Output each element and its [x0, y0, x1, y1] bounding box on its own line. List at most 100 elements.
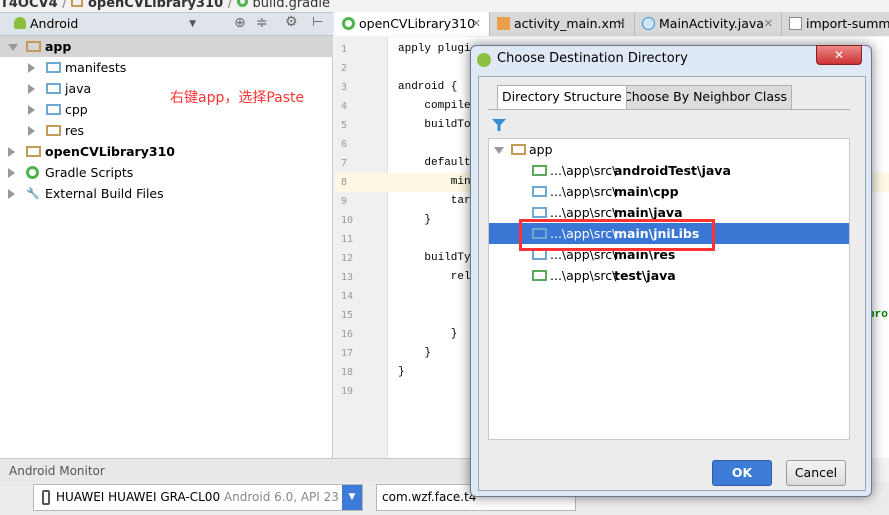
directory-item[interactable]: ...\app\src\ androidTest\java [489, 160, 849, 181]
expand-arrow-right-icon[interactable] [28, 84, 35, 94]
breadcrumb-item[interactable]: openCVLibrary310 [88, 0, 223, 11]
code-line: buildToo [398, 119, 478, 131]
tree-item-label: app [529, 142, 553, 157]
directory-prefix: ...\app\src\ [550, 268, 617, 283]
ok-button[interactable]: OK [712, 460, 772, 486]
close-tab-icon[interactable]: ✕ [472, 12, 481, 35]
expand-arrow-right-icon[interactable] [8, 147, 15, 157]
directory-prefix: ...\app\src\ [550, 163, 617, 178]
gear-icon[interactable]: ⚙ [285, 14, 298, 30]
line-number: 13 [341, 272, 354, 283]
directory-item[interactable]: ...\app\src\ main\res [489, 244, 849, 265]
android-monitor-header: Android Monitor [0, 458, 470, 482]
expand-arrow-right-icon[interactable] [28, 126, 35, 136]
line-number: 2 [341, 63, 348, 74]
code-line: compileS [398, 100, 478, 112]
code-line: apply plugi [398, 43, 471, 55]
code-line: } [398, 214, 432, 226]
directory-item[interactable]: ...\app\src\ main\jniLibs [489, 223, 849, 244]
code-line: buildTyp [398, 252, 478, 264]
line-number: 12 [341, 253, 354, 264]
directory-name: main\res [614, 247, 676, 262]
folder-icon [46, 62, 61, 73]
expand-arrow-right-icon[interactable] [8, 168, 15, 178]
directory-prefix: ...\app\src\ [550, 184, 617, 199]
tree-item-root[interactable]: app [489, 139, 849, 160]
hide-panel-icon[interactable]: ⊢ [312, 15, 323, 30]
line-number: 16 [341, 329, 354, 340]
directory-item[interactable]: ...\app\src\ main\cpp [489, 181, 849, 202]
cancel-button[interactable]: Cancel [786, 460, 846, 486]
expand-arrow-right-icon[interactable] [28, 63, 35, 73]
collapse-icon[interactable]: ≑ [256, 15, 268, 31]
line-number: 5 [341, 120, 348, 131]
code-line: } [398, 347, 432, 359]
line-number: 15 [341, 310, 354, 321]
code-line: } [398, 328, 458, 340]
editor-tab-label: activity_main.xml [514, 16, 625, 31]
line-number: 9 [341, 196, 348, 207]
gradle-icon [342, 17, 355, 30]
tree-item-label: External Build Files [45, 186, 164, 201]
folder-icon [532, 228, 547, 239]
line-number: 19 [341, 386, 354, 397]
code-line: } [398, 366, 405, 378]
editor-tab[interactable]: MainActivity.java ✕ [635, 12, 782, 36]
editor-tab-label: openCVLibrary310 [359, 16, 476, 31]
breadcrumb-item[interactable]: T4OCV4 [0, 0, 58, 11]
choose-destination-dialog: Choose Destination Directory ✕ Directory… [470, 45, 872, 497]
text-file-icon [789, 17, 802, 30]
module-folder-icon [71, 0, 84, 7]
close-button[interactable]: ✕ [816, 45, 862, 65]
expand-arrow-right-icon[interactable] [8, 189, 15, 199]
directory-name: main\java [614, 205, 683, 220]
tab-choose-by-neighbor-class[interactable]: Choose By Neighbor Class [618, 85, 793, 109]
editor-tab[interactable]: import-summa [782, 12, 889, 36]
expand-arrow-down-icon[interactable] [8, 44, 18, 51]
directory-prefix: ...\app\src\ [550, 247, 617, 262]
directory-item[interactable]: ...\app\src\ main\java [489, 202, 849, 223]
tab-directory-structure[interactable]: Directory Structure [497, 85, 627, 109]
device-name: HUAWEI HUAWEI GRA-CL00 [56, 490, 221, 504]
close-tab-icon[interactable]: ✕ [617, 12, 626, 35]
gradle-icon [236, 0, 248, 7]
line-number: 17 [341, 348, 354, 359]
editor-tab[interactable]: activity_main.xml ✕ [490, 12, 635, 36]
module-folder-icon [26, 146, 41, 157]
view-selector[interactable]: Android ▼ [30, 15, 196, 33]
device-info: Android 6.0, API 23 [223, 490, 339, 504]
close-icon: ✕ [833, 48, 845, 62]
editor-tab[interactable]: openCVLibrary310 ✕ [335, 12, 490, 36]
line-number: 10 [341, 215, 354, 226]
line-number: 8 [341, 177, 348, 188]
folder-icon [532, 186, 547, 197]
view-selector-label: Android [30, 16, 79, 31]
tree-item[interactable]: res [0, 120, 333, 141]
breadcrumb: T4OCV4 / openCVLibrary310 / build.gradle [0, 0, 330, 11]
tree-item[interactable]: 🔧 External Build Files [0, 183, 333, 204]
tree-item[interactable]: Gradle Scripts [0, 162, 333, 183]
close-tab-icon[interactable]: ✕ [764, 12, 773, 35]
expand-arrow-down-icon[interactable] [494, 147, 504, 154]
tree-item[interactable]: app [0, 36, 333, 57]
line-number: 11 [341, 234, 354, 245]
folder-icon [532, 249, 547, 260]
android-studio-icon [477, 53, 491, 67]
directory-prefix: ...\app\src\ [550, 226, 617, 241]
tree-item[interactable]: manifests [0, 57, 333, 78]
folder-icon [532, 207, 547, 218]
dialog-title: Choose Destination Directory [497, 51, 688, 66]
line-gutter: 1 2 3 4 5 6 7 8 9 10 11 12 13 14 15 16 17 18 19 [335, 37, 388, 458]
device-selector[interactable]: HUAWEI HUAWEI GRA-CL00 Android 6.0, API … [33, 484, 363, 511]
directory-name: main\cpp [614, 184, 679, 199]
locate-icon[interactable]: ⊕ [234, 15, 246, 31]
code-line: android { [398, 81, 458, 93]
phone-icon [42, 490, 50, 505]
line-number: 14 [341, 291, 354, 302]
tools-icon: 🔧 [26, 187, 40, 200]
filter-icon[interactable] [492, 119, 506, 131]
directory-item[interactable]: ...\app\src\ test\java [489, 265, 849, 286]
expand-arrow-right-icon[interactable] [28, 105, 35, 115]
breadcrumb-item[interactable]: build.gradle [252, 0, 330, 11]
tree-item[interactable]: openCVLibrary310 [0, 141, 333, 162]
